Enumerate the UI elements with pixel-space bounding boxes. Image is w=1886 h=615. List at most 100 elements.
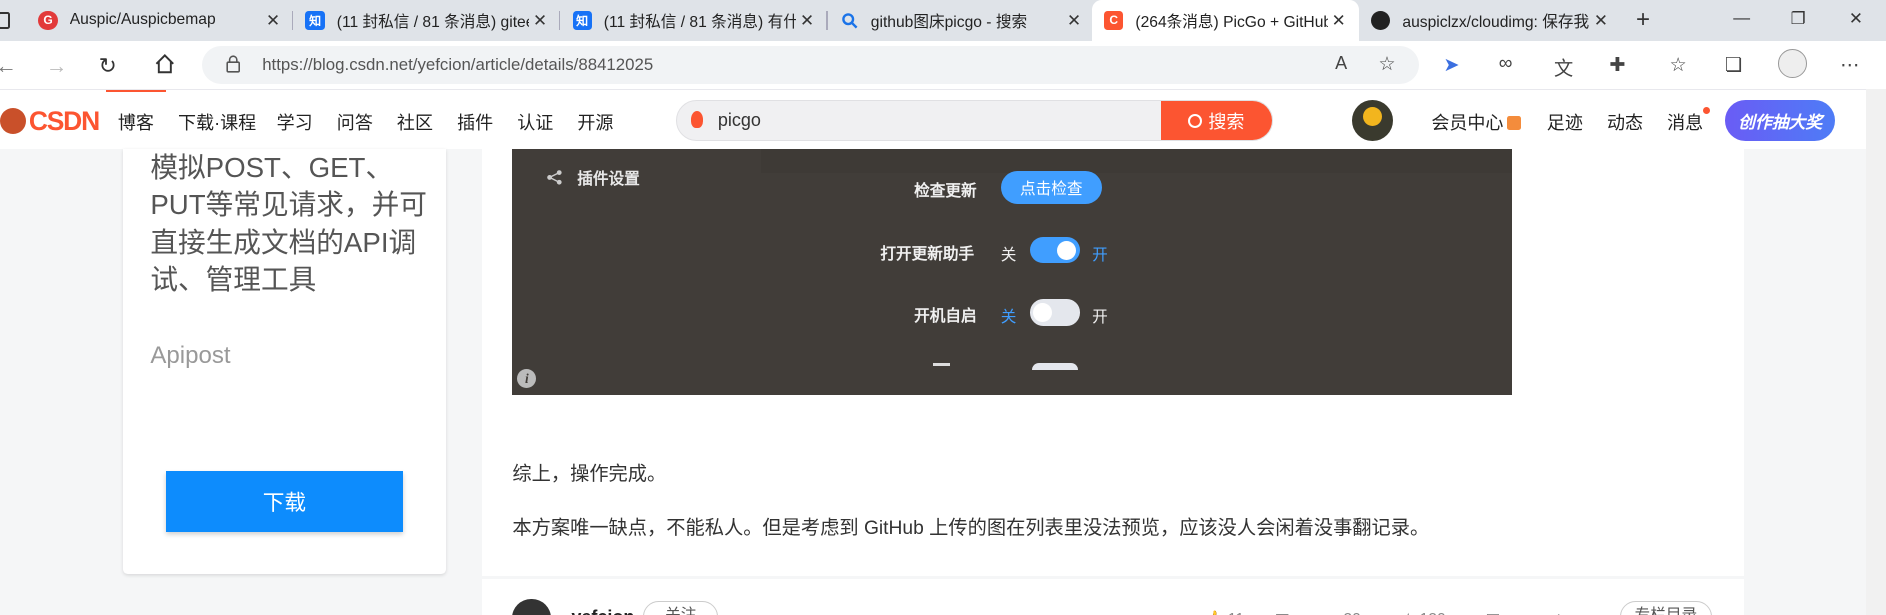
browser-toolbar: ← → ↻ https://blog.csdn.net/yefcion/arti…	[0, 40, 1886, 89]
refresh-icon[interactable]: ↻	[99, 53, 117, 79]
comment-count[interactable]: ▭ 20	[1324, 609, 1361, 615]
screenshot-top-band	[761, 149, 1512, 174]
extension-bird-icon[interactable]: ➤	[1443, 53, 1459, 77]
zhihu-favicon-icon: 知	[572, 10, 592, 31]
dynamic-link[interactable]: 动态	[1607, 109, 1643, 135]
tab-close-icon[interactable]: ✕	[262, 10, 284, 31]
add-favorite-icon[interactable]: ☆	[1378, 52, 1395, 76]
tab-zhihu-2[interactable]: 知 (11 封私信 / 81 条消息) 有什 ✕	[561, 0, 828, 41]
update-helper-off-label: 关	[1000, 246, 1017, 264]
zhihu-favicon-icon: 知	[305, 10, 325, 31]
extension-glasses-icon[interactable]: ∞	[1499, 53, 1513, 75]
follow-button[interactable]: 关注	[643, 601, 719, 615]
like-count-value: 11	[1228, 611, 1244, 615]
nav-download-course[interactable]: 下载·课程	[178, 109, 256, 135]
nav-open-source[interactable]: 开源	[577, 109, 613, 135]
nav-community[interactable]: 社区	[397, 109, 433, 135]
search-button[interactable]: 搜索	[1160, 100, 1272, 140]
search-favicon-icon	[840, 11, 859, 30]
tab-close-icon[interactable]: ✕	[1063, 10, 1085, 31]
close-window-icon[interactable]: ✕	[1844, 8, 1868, 29]
favorites-icon[interactable]: ☆	[1669, 53, 1686, 77]
author-name[interactable]: yefcion	[571, 607, 634, 614]
messages-link[interactable]: 消息	[1667, 109, 1703, 135]
nav-learn[interactable]: 学习	[277, 109, 313, 135]
update-helper-label: 打开更新助手	[880, 245, 975, 263]
toggle-knob	[1033, 303, 1053, 323]
like-icon: 👍	[1204, 611, 1223, 615]
search-button-label: 搜索	[1208, 112, 1245, 133]
translate-icon[interactable]: 文	[1554, 53, 1573, 81]
page-scrollbar[interactable]	[1865, 89, 1886, 615]
nav-plugin[interactable]: 插件	[457, 109, 493, 135]
star-icon: ★	[1401, 611, 1415, 615]
like-count[interactable]: 👍 11	[1204, 609, 1244, 615]
autostart-on-label: 开	[1092, 309, 1108, 327]
autostart-off-label: 关	[1000, 309, 1017, 327]
article-paragraph: 本方案唯一缺点，不能私人。但是考虑到 GitHub 上传的图在列表里没法预览，应…	[512, 518, 1430, 540]
tab-close-icon[interactable]: ✕	[1590, 10, 1612, 31]
search-icon	[1187, 113, 1203, 129]
ad-text: 模拟POST、GET、PUT等常见请求，并可直接生成文档的API调试、管理工具	[150, 152, 427, 295]
author-avatar[interactable]	[512, 598, 551, 615]
check-update-button: 点击检查	[1000, 170, 1102, 205]
tab-0[interactable]	[0, 0, 26, 41]
ad-brand: Apipost	[150, 341, 231, 369]
nav-blog[interactable]: 博客	[118, 109, 154, 135]
autostart-toggle	[1029, 299, 1081, 326]
tab-title: Auspic/Auspicbemap	[69, 11, 216, 29]
minimize-icon[interactable]: —	[1730, 8, 1754, 28]
update-helper-on-label: 开	[1092, 246, 1108, 264]
article-bottom-toolbar: yefcion 关注 👍 11 ▆ ▭ 20 ★ 120 ▣ ◆ 专栏目录	[482, 578, 1745, 615]
home-icon[interactable]	[154, 53, 176, 81]
new-tab-button[interactable]: +	[1630, 6, 1656, 33]
csdn-favicon-icon: C	[1104, 10, 1124, 31]
partial-next-toggle	[1031, 363, 1078, 371]
nav-certification[interactable]: 认证	[517, 109, 553, 135]
tab-close-icon[interactable]: ✕	[796, 10, 818, 31]
article-paragraph: 综上，操作完成。	[512, 464, 667, 486]
tab-close-icon[interactable]: ✕	[1328, 10, 1350, 31]
comment-count-value: 20	[1343, 611, 1360, 615]
tab-actions-icon[interactable]	[0, 12, 10, 29]
forward-icon[interactable]: →	[46, 53, 68, 79]
read-aloud-icon[interactable]: A	[1335, 53, 1347, 74]
more-menu-icon[interactable]: ⋯	[1840, 53, 1859, 77]
ad-download-button[interactable]: 下载	[165, 471, 403, 532]
footprint-link[interactable]: 足迹	[1547, 109, 1583, 135]
user-avatar[interactable]	[1351, 99, 1393, 141]
csdn-logo[interactable]: CSDN	[0, 106, 100, 137]
dislike-icon[interactable]: ▆	[1276, 609, 1288, 615]
update-helper-toggle	[1029, 236, 1081, 264]
star-count[interactable]: ★ 120	[1401, 609, 1445, 615]
comment-icon: ▭	[1324, 611, 1339, 615]
collections-icon[interactable]: ❏	[1725, 53, 1742, 77]
tab-title: (11 封私信 / 81 条消息) gitee	[336, 13, 530, 31]
gitee-favicon-icon: G	[38, 10, 58, 31]
extensions-puzzle-icon[interactable]: ✚	[1609, 53, 1625, 77]
tab-close-icon[interactable]: ✕	[529, 10, 551, 31]
nav-qa[interactable]: 问答	[337, 109, 373, 135]
column-directory-button[interactable]: 专栏目录	[1620, 601, 1712, 615]
search-box: picgo 搜索	[675, 99, 1273, 141]
hot-flame-icon	[691, 111, 704, 129]
tab-github-cloudimg[interactable]: auspiclzx/cloudimg: 保存我 ✕	[1359, 0, 1621, 41]
address-bar[interactable]: https://blog.csdn.net/yefcion/article/de…	[202, 45, 1420, 85]
picgo-settings-screenshot: 插件设置 检查更新 点击检查 打开更新助手 关 开 开机自启 关 开 i	[512, 149, 1512, 395]
more-bottom-icon[interactable]: ◆	[1553, 609, 1565, 615]
share-bottom-icon[interactable]: ▣	[1485, 609, 1500, 615]
star-count-value: 120	[1420, 611, 1446, 615]
search-input[interactable]: picgo	[718, 110, 761, 131]
restore-icon[interactable]: ❐	[1786, 8, 1810, 29]
back-icon[interactable]: ←	[0, 53, 17, 79]
tab-zhihu-1[interactable]: 知 (11 封私信 / 81 条消息) gitee ✕	[293, 0, 561, 41]
tab-csdn-active[interactable]: C (264条消息) PicGo + GitHub ✕	[1092, 0, 1360, 41]
lock-icon[interactable]	[226, 55, 241, 73]
url-text[interactable]: https://blog.csdn.net/yefcion/article/de…	[262, 55, 653, 75]
tab-title: (11 封私信 / 81 条消息) 有什	[603, 13, 797, 31]
vip-center-link[interactable]: 会员中心	[1431, 109, 1522, 135]
profile-avatar-icon[interactable]	[1777, 49, 1807, 79]
create-button[interactable]: 创作抽大奖	[1724, 99, 1836, 141]
tab-auspicbemap[interactable]: G Auspic/Auspicbemap ✕	[26, 0, 294, 41]
tab-bing-search[interactable]: github图床picgo - 搜索 ✕	[828, 0, 1095, 41]
